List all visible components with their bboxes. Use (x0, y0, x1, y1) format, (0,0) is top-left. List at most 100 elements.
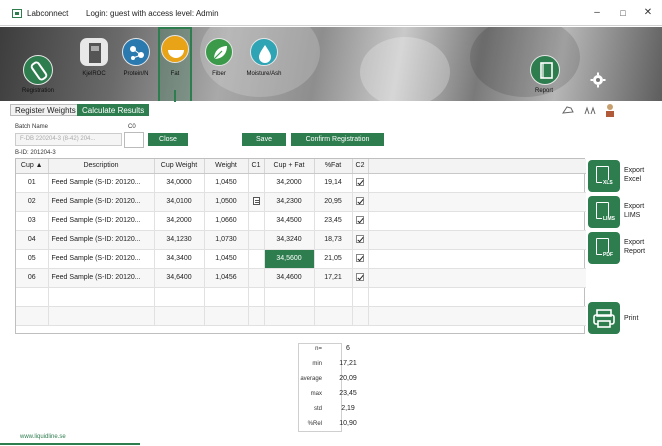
scale-icon[interactable] (583, 105, 597, 115)
empty-cell (264, 306, 315, 326)
stat-label: min (312, 361, 322, 367)
cell-cup-fat[interactable]: 34,2300 (264, 192, 315, 212)
cell-weight[interactable]: 1,0730 (204, 230, 249, 250)
cell-cup[interactable]: 05 (16, 249, 49, 269)
cell-cup[interactable]: 01 (16, 173, 49, 193)
export-excel-label: Export Excel (624, 167, 645, 183)
maximize-button[interactable]: □ (612, 6, 634, 20)
cell-fat-percent[interactable]: 21,05 (314, 249, 353, 269)
close-button[interactable]: Close (148, 133, 188, 146)
cell-weight[interactable]: 1,0450 (204, 249, 249, 269)
cell-c1[interactable] (248, 192, 265, 212)
cell-cup-weight[interactable]: 34,2000 (154, 211, 205, 231)
checkbox-c2[interactable] (356, 215, 364, 224)
empty-row (16, 287, 586, 307)
cell-description[interactable]: Feed Sample (S-ID: 20120... (48, 173, 155, 193)
hand-icon[interactable] (561, 105, 574, 115)
cell-description[interactable]: Feed Sample (S-ID: 20120... (48, 249, 155, 269)
export-report-button[interactable]: PDF (588, 232, 620, 264)
column-header-cup[interactable]: Cup ▲ (16, 159, 49, 174)
table-row[interactable]: 05 Feed Sample (S-ID: 20120... 34,3400 1,04… (16, 249, 586, 269)
export-report-label: Export Report (624, 239, 646, 255)
cell-cup-weight[interactable]: 34,1230 (154, 230, 205, 250)
export-excel-button[interactable]: XLS (588, 160, 620, 192)
cell-cup[interactable]: 02 (16, 192, 49, 212)
checkbox-c2[interactable] (356, 272, 364, 281)
c0-field[interactable] (124, 132, 144, 148)
table-row[interactable]: 03 Feed Sample (S-ID: 20120... 34,2000 1,06… (16, 211, 586, 231)
cell-c1[interactable] (248, 230, 265, 250)
cell-description[interactable]: Feed Sample (S-ID: 20120... (48, 230, 155, 250)
cell-weight[interactable]: 1,0456 (204, 268, 249, 288)
checkbox-c2[interactable] (356, 196, 364, 205)
cell-weight[interactable]: 1,0660 (204, 211, 249, 231)
cell-cup-fat[interactable]: 34,5600 (264, 249, 315, 269)
table-row[interactable]: 04 Feed Sample (S-ID: 20120... 34,1230 1,07… (16, 230, 586, 250)
cell-fat-percent[interactable]: 18,73 (314, 230, 353, 250)
tab-calculate-results[interactable]: Calculate Results (77, 104, 150, 116)
cell-fat-percent[interactable]: 23,45 (314, 211, 353, 231)
close-window-button[interactable]: ✕ (637, 6, 659, 20)
leaf-icon (205, 38, 233, 66)
cell-c1[interactable] (248, 268, 265, 288)
nav-item-report[interactable]: Report (514, 27, 574, 101)
column-header-weight[interactable]: Weight (204, 159, 249, 174)
cell-cup-fat[interactable]: 34,2000 (264, 173, 315, 193)
cell-description[interactable]: Feed Sample (S-ID: 20120... (48, 192, 155, 212)
table-row[interactable]: 02 Feed Sample (S-ID: 20120... 34,0100 1,05… (16, 192, 586, 212)
print-button[interactable] (588, 302, 620, 334)
cell-c1[interactable] (248, 249, 265, 269)
cell-c2[interactable] (352, 249, 369, 269)
column-header-cup-weight[interactable]: Cup Weight (154, 159, 205, 174)
column-header-cup-fat[interactable]: Cup + Fat (264, 159, 315, 174)
confirm-registration-button[interactable]: Confirm Registration (291, 133, 384, 146)
table-row[interactable]: 01 Feed Sample (S-ID: 20120... 34,0000 1,04… (16, 173, 586, 193)
cell-cup-weight[interactable]: 34,6400 (154, 268, 205, 288)
checkbox-c2[interactable] (356, 177, 364, 186)
cell-c2[interactable] (352, 268, 369, 288)
cell-fat-percent[interactable]: 17,21 (314, 268, 353, 288)
footer-line (0, 443, 140, 445)
cell-cup[interactable]: 04 (16, 230, 49, 250)
column-header-fat-percent[interactable]: %Fat (314, 159, 353, 174)
cell-c1[interactable] (248, 173, 265, 193)
cell-cup-fat[interactable]: 34,4500 (264, 211, 315, 231)
cell-fat-percent[interactable]: 19,14 (314, 173, 353, 193)
empty-cell (248, 306, 265, 326)
cell-c2[interactable] (352, 192, 369, 212)
cell-cup[interactable]: 03 (16, 211, 49, 231)
column-header-c2[interactable]: C2 (352, 159, 369, 174)
save-button[interactable]: Save (242, 133, 286, 146)
user-icon[interactable] (604, 103, 616, 117)
cell-c2[interactable] (352, 211, 369, 231)
cell-cup[interactable]: 06 (16, 268, 49, 288)
checkbox-c2[interactable] (356, 234, 364, 243)
column-header-c1[interactable]: C1 (248, 159, 265, 174)
cell-description[interactable]: Feed Sample (S-ID: 20120... (48, 268, 155, 288)
footer-link[interactable]: www.liquidline.se (20, 434, 66, 440)
minimize-button[interactable]: – (586, 6, 608, 20)
cell-cup-fat[interactable]: 34,4600 (264, 268, 315, 288)
cell-cup-fat[interactable]: 34,3240 (264, 230, 315, 250)
empty-cell (204, 306, 249, 326)
batch-name-select[interactable]: F-DB 220204-3 (8-42) 204... (15, 133, 122, 146)
cell-c2[interactable] (352, 173, 369, 193)
tab-register-weights[interactable]: Register Weights (10, 104, 81, 116)
cell-fat-percent[interactable]: 20,95 (314, 192, 353, 212)
cell-cup-weight[interactable]: 34,0100 (154, 192, 205, 212)
table-row[interactable]: 06 Feed Sample (S-ID: 20120... 34,6400 1,04… (16, 268, 586, 288)
export-lims-button[interactable]: LIMS (588, 196, 620, 228)
cell-weight[interactable]: 1,0450 (204, 173, 249, 193)
column-header-description[interactable]: Description (48, 159, 155, 174)
nav-item-moisture-ash[interactable]: Moisture/Ash (234, 27, 294, 101)
cell-cup-weight[interactable]: 34,0000 (154, 173, 205, 193)
cell-description[interactable]: Feed Sample (S-ID: 20120... (48, 211, 155, 231)
cell-c1[interactable] (248, 211, 265, 231)
nav-item-registration[interactable]: Registration (0, 27, 60, 101)
checkbox-c2[interactable] (356, 253, 364, 262)
cell-cup-weight[interactable]: 34,3400 (154, 249, 205, 269)
cell-c2[interactable] (352, 230, 369, 250)
gear-icon[interactable] (590, 72, 606, 88)
cell-weight[interactable]: 1,0500 (204, 192, 249, 212)
note-icon[interactable] (252, 196, 260, 205)
